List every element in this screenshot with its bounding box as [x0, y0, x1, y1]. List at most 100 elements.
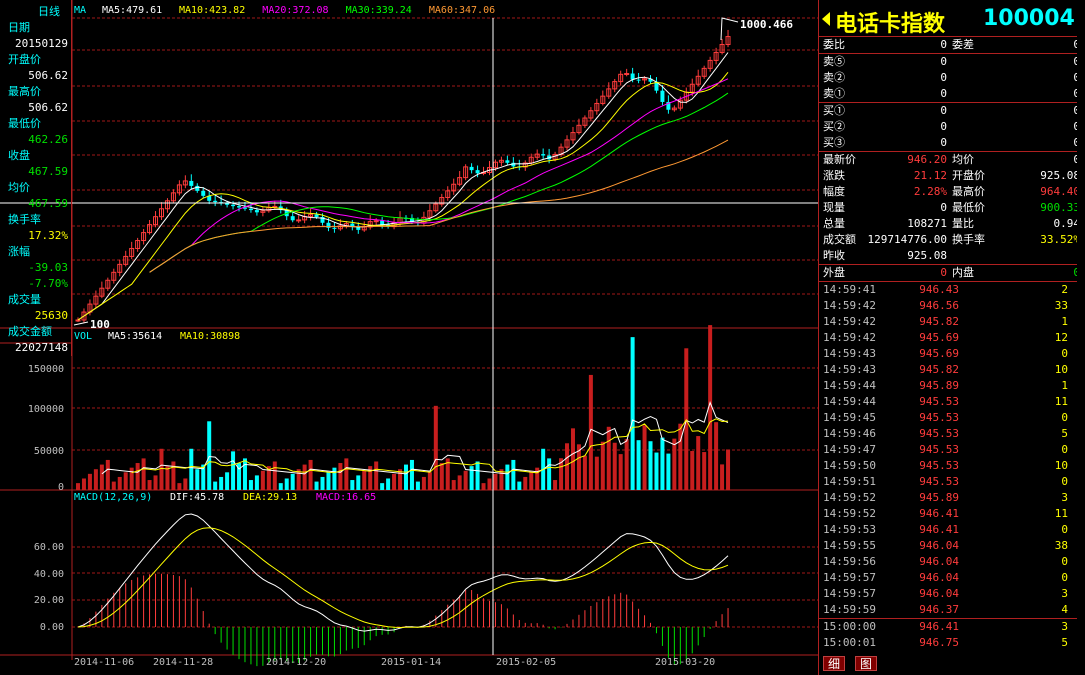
candle-body: [469, 166, 474, 171]
tick-time: 14:59:57: [823, 571, 876, 584]
volume-bar: [302, 464, 307, 490]
sell-level-row: 卖⑤00: [819, 54, 1085, 70]
tick-row[interactable]: 14:59:47 945.53 0: [819, 442, 1085, 458]
volume-bar: [565, 443, 570, 490]
tick-row[interactable]: 14:59:50 945.53 10: [819, 458, 1085, 474]
label: 换手率: [952, 233, 985, 246]
tick-price: 945.53: [919, 443, 959, 456]
candle-body: [624, 73, 630, 76]
tick-row[interactable]: 14:59:43 945.82 10: [819, 362, 1085, 378]
macd-legend-title: MACD(12,26,9): [74, 492, 152, 503]
tick-row[interactable]: 14:59:42 946.56 33: [819, 298, 1085, 314]
volume-bar: [618, 454, 623, 490]
tick-row[interactable]: 14:59:44 945.89 1: [819, 378, 1085, 394]
info-label: 成交金额: [8, 325, 52, 338]
tick-time: 14:59:43: [823, 347, 876, 360]
tick-row[interactable]: 14:59:55 946.04 38: [819, 538, 1085, 554]
volume-bar: [272, 461, 277, 490]
volume-bar: [135, 463, 140, 490]
volume-bar: [493, 473, 498, 490]
volume-bar: [248, 480, 253, 490]
volume-bar: [582, 455, 587, 490]
volume-bar: [76, 483, 80, 490]
volume-bar: [320, 476, 325, 490]
candle-body: [231, 204, 236, 207]
tick-time: 14:59:50: [823, 459, 876, 472]
volume-bar: [553, 480, 558, 490]
volume-bar: [159, 448, 164, 490]
label: 委差: [952, 38, 974, 51]
candle-body: [213, 200, 218, 203]
back-arrow-icon[interactable]: [822, 12, 830, 26]
info-value: -7.70%: [28, 277, 68, 290]
candle-body: [290, 216, 295, 221]
volume-bar: [720, 464, 725, 490]
tick-row[interactable]: 14:59:52 946.41 11: [819, 506, 1085, 522]
volume-bar: [111, 481, 116, 490]
tick-row[interactable]: 14:59:41 946.43 2: [819, 282, 1085, 298]
volume-bar: [606, 426, 611, 490]
date-axis-label: 2015-03-20: [655, 657, 715, 668]
vol-axis-label: 150000: [28, 364, 64, 375]
tick-row[interactable]: 14:59:59 946.37 4: [819, 602, 1085, 618]
tick-price: 945.82: [919, 315, 959, 328]
value: 2.28%: [913, 185, 947, 198]
tick-time: 14:59:44: [823, 379, 876, 392]
period-label[interactable]: 日线: [38, 3, 60, 19]
tick-row[interactable]: 14:59:51 945.53 0: [819, 474, 1085, 490]
tick-time: 14:59:57: [823, 587, 876, 600]
volume-bar: [660, 437, 665, 490]
tick-row[interactable]: 14:59:44 945.53 11: [819, 394, 1085, 410]
ma-legend-item: MA30:339.24: [346, 5, 412, 16]
tick-row[interactable]: 14:59:57 946.04 0: [819, 570, 1085, 586]
ma5-line: [77, 52, 729, 321]
tick-row[interactable]: 14:59:57 946.04 3: [819, 586, 1085, 602]
volume-bar: [231, 451, 236, 490]
volume-bar: [189, 448, 194, 490]
candle-body: [326, 222, 331, 228]
candle-body: [373, 220, 379, 223]
tick-row[interactable]: 14:59:43 945.69 0: [819, 346, 1085, 362]
tick-time: 14:59:47: [823, 443, 876, 456]
tick-row[interactable]: 15:00:01 946.75 5: [819, 635, 1085, 651]
quote-row: 涨跌 21.12 开盘价 925.08: [819, 168, 1085, 184]
value: 0: [940, 38, 947, 51]
volume-bar: [129, 467, 134, 490]
label: 外盘: [823, 266, 845, 279]
tick-scrollbar[interactable]: [1077, 36, 1085, 656]
info-value: 25630: [34, 309, 68, 322]
volume-bar: [427, 472, 432, 490]
info-value: 462.26: [28, 133, 68, 146]
tab-chart[interactable]: 图: [855, 656, 878, 671]
candle-body: [296, 219, 302, 222]
volume-bar: [612, 442, 617, 490]
tick-price: 946.37: [919, 603, 959, 616]
volume-bar: [475, 461, 480, 490]
tick-price: 945.53: [919, 427, 959, 440]
tick-row[interactable]: 14:59:46 945.53 5: [819, 426, 1085, 442]
value: 108271: [907, 217, 947, 230]
macd-panel: [77, 513, 729, 667]
tick-volume: 0: [1061, 555, 1068, 568]
candle-body: [201, 190, 206, 196]
tick-price: 946.41: [919, 507, 959, 520]
kline-chart[interactable]: MA MA5:479.61 MA10:423.82 MA20:372.08 MA30:3…: [0, 0, 818, 675]
tick-row[interactable]: 14:59:56 946.04 0: [819, 554, 1085, 570]
tick-row[interactable]: 14:59:42 945.82 1: [819, 314, 1085, 330]
value: 33.52%: [1040, 233, 1080, 246]
tick-row[interactable]: 14:59:42 945.69 12: [819, 330, 1085, 346]
label: 涨跌: [823, 169, 845, 182]
price-candles: [75, 29, 731, 323]
tick-row[interactable]: 15:00:00 946.41 3: [819, 619, 1085, 635]
value: 0: [940, 201, 947, 214]
label: 最低价: [952, 201, 985, 214]
volume-bar: [439, 463, 444, 490]
price-high-annotation: 1000.466: [740, 18, 793, 31]
tick-row[interactable]: 14:59:52 945.89 3: [819, 490, 1085, 506]
tab-detail[interactable]: 细: [823, 656, 846, 671]
volume-bar: [505, 464, 510, 490]
tick-row[interactable]: 14:59:45 945.53 0: [819, 410, 1085, 426]
tick-row[interactable]: 14:59:53 946.41 0: [819, 522, 1085, 538]
label: 昨收: [823, 249, 845, 262]
tick-volume: 0: [1061, 347, 1068, 360]
